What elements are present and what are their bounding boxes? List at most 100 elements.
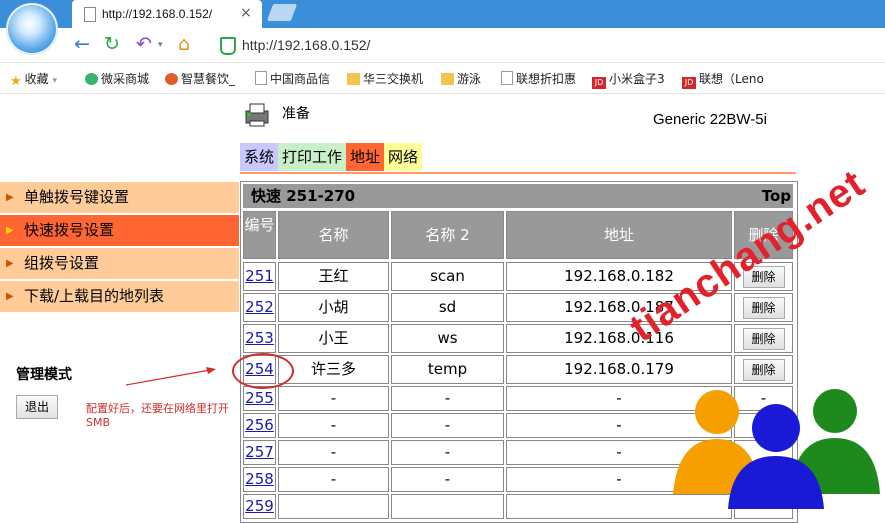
cell-value: - (330, 416, 337, 434)
shield-icon (220, 37, 236, 55)
bookmark-item[interactable]: JD 小米盒子3 (592, 70, 665, 89)
cell-name2 (391, 494, 504, 519)
cell-value: sd (438, 298, 457, 316)
cell-name: - (278, 413, 389, 438)
bookmark-item[interactable]: 游泳 (441, 70, 481, 87)
bookmark-favorites[interactable]: ★ 收藏 ▾ (10, 70, 57, 89)
cell-num: 253 (243, 324, 276, 353)
sidebar-item-label: 下载/上载目的地列表 (24, 287, 165, 305)
undo-icon[interactable]: ↶ (136, 34, 152, 54)
cell-delete: 删除 (734, 355, 793, 384)
table-title: 快速 251-270 (251, 187, 356, 205)
chevron-down-icon[interactable]: ▾ (158, 40, 163, 50)
bookmark-item[interactable]: JD 联想（Leno (682, 70, 764, 89)
cell-name: 许三多 (278, 355, 389, 384)
table-title-bar: 快速 251-270 Top (243, 184, 793, 208)
cell-num: 257 (243, 440, 276, 465)
sidebar-item-speed-dial[interactable]: ▶ 快速拨号设置 (0, 215, 239, 246)
cell-address: 192.168.0.179 (506, 355, 732, 384)
cell-name (278, 494, 389, 519)
home-icon[interactable]: ⌂ (178, 34, 190, 54)
cell-value: 小胡 (318, 298, 349, 316)
bookmark-item[interactable]: 微采商城 (85, 70, 149, 87)
cell-delete: 删除 (734, 293, 793, 322)
logout-button[interactable]: 退出 (16, 395, 58, 419)
bookmark-item[interactable]: 华三交换机 (347, 70, 423, 87)
entry-number-link[interactable]: 253 (245, 329, 274, 347)
delete-button[interactable]: 删除 (742, 328, 785, 350)
cell-value: - (616, 389, 622, 407)
sidebar-item-group-dial[interactable]: ▶ 组拨号设置 (0, 248, 239, 279)
tab-network[interactable]: 网络 (384, 143, 423, 171)
triangle-right-icon: ▶ (6, 291, 14, 302)
cell-value: - (444, 470, 451, 488)
browser-logo-icon[interactable] (6, 3, 58, 55)
cell-value: - (330, 470, 337, 488)
column-header-name2: 名称 2 (391, 211, 504, 259)
sidebar-item-label: 快速拨号设置 (24, 221, 115, 239)
cell-value: scan (430, 267, 465, 285)
cell-num: 252 (243, 293, 276, 322)
address-bar[interactable]: http://192.168.0.152/ (242, 37, 370, 53)
entry-number-link[interactable]: 256 (245, 416, 274, 434)
tab-address[interactable]: 地址 (346, 143, 385, 171)
cell-num: 258 (243, 467, 276, 492)
cell-value: - (330, 389, 337, 407)
bookmark-label: 智慧餐饮_ (181, 72, 236, 86)
triangle-right-icon: ▶ (6, 192, 14, 203)
cell-value: temp (427, 360, 468, 378)
cell-name2: - (391, 467, 504, 492)
cell-value: 192.168.0.182 (564, 267, 674, 285)
store-icon (85, 73, 98, 85)
tab-title: http://192.168.0.152/ (102, 7, 213, 21)
cell-name2: temp (391, 355, 504, 384)
delete-button[interactable]: 删除 (742, 359, 785, 381)
bookmark-label: 小米盒子3 (609, 72, 665, 86)
sidebar-item-destination-list[interactable]: ▶ 下载/上载目的地列表 (0, 281, 239, 312)
entry-number-link[interactable]: 259 (245, 497, 274, 515)
browser-tab[interactable]: http://192.168.0.152/ × (72, 0, 262, 28)
annotation-circle (232, 353, 294, 389)
entry-number-link[interactable]: 255 (245, 389, 274, 407)
cell-value: - (616, 443, 622, 461)
jd-icon: JD (682, 77, 696, 89)
entry-number-link[interactable]: 258 (245, 470, 274, 488)
refresh-icon[interactable]: ↻ (104, 34, 120, 54)
navigation-bar: ← ↻ ↶ ▾ ⌂ http://192.168.0.152/ (0, 28, 885, 63)
entry-number-link[interactable]: 252 (245, 298, 274, 316)
tab-print-job[interactable]: 打印工作 (278, 143, 347, 171)
cell-num: 259 (243, 494, 276, 519)
triangle-right-icon: ▶ (6, 258, 14, 269)
cell-delete: 删除 (734, 324, 793, 353)
column-header-address: 地址 (506, 211, 732, 259)
cell-name: 小王 (278, 324, 389, 353)
page-icon (501, 71, 513, 85)
cell-value: - (444, 443, 451, 461)
cell-num: 255 (243, 386, 276, 411)
back-arrow-icon[interactable]: ← (74, 34, 90, 54)
cell-value: - (444, 416, 451, 434)
jd-icon: JD (592, 77, 606, 89)
close-icon[interactable]: × (240, 5, 252, 21)
bookmark-item[interactable]: 联想折扣惠 (501, 70, 576, 87)
annotation-note: 配置好后，还要在网络里打开SMB (86, 402, 229, 429)
cell-value: 192.168.0.179 (564, 360, 674, 378)
tab-system[interactable]: 系统 (240, 143, 279, 171)
bookmark-item[interactable]: 中国商品信 (255, 70, 330, 87)
cell-value: - (330, 443, 337, 461)
page-icon (84, 7, 96, 22)
bookmark-label: 联想（Leno (699, 72, 764, 86)
entry-number-link[interactable]: 257 (245, 443, 274, 461)
bookmark-label: 联想折扣惠 (516, 72, 577, 86)
cell-name: 小胡 (278, 293, 389, 322)
delete-button[interactable]: 删除 (742, 297, 785, 319)
cell-name2: - (391, 386, 504, 411)
cell-name: - (278, 386, 389, 411)
bookmark-item[interactable]: 智慧餐饮_ (165, 70, 235, 87)
cell-num: 251 (243, 262, 276, 291)
sidebar-item-label: 单触拨号键设置 (24, 188, 130, 206)
sidebar-item-one-touch-dial[interactable]: ▶ 单触拨号键设置 (0, 182, 239, 213)
folder-icon (347, 73, 360, 85)
bookmark-label: 华三交换机 (363, 72, 424, 86)
entry-number-link[interactable]: 251 (245, 267, 274, 285)
